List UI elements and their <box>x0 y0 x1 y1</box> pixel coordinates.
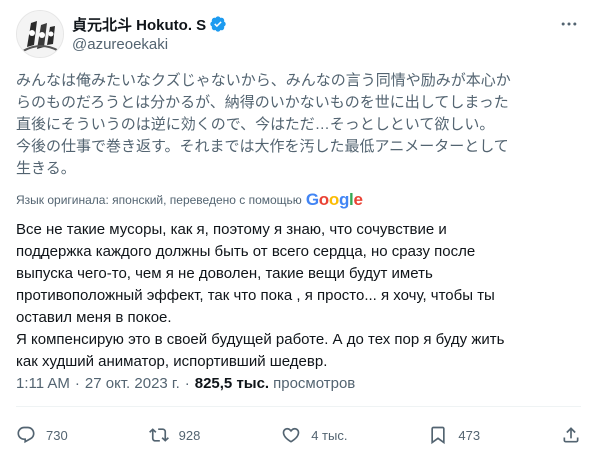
views-count[interactable]: 825,5 тыс. <box>195 375 269 392</box>
divider <box>16 406 581 407</box>
manga-avatar-icon[interactable] <box>16 10 64 58</box>
translated-line: поддержка каждого должны быть от всего с… <box>16 243 476 260</box>
original-line: 生きる。 <box>16 160 76 177</box>
translated-line: Я компенсирую это в своей будущей работе… <box>16 331 505 348</box>
original-line: 今後の仕事で巻き返す。それまでは大作を汚した最低アニメーターとして <box>16 138 509 155</box>
meta-separator: · <box>184 375 190 392</box>
google-logo: Google <box>305 190 363 209</box>
views-label: просмотров <box>273 375 356 392</box>
post-time[interactable]: 1:11 AM <box>16 375 70 392</box>
like-count: 4 тыс. <box>311 427 348 443</box>
original-line: らのものだろうとは分かるが、納得のいかないものを世に出してしまった <box>16 94 509 111</box>
share-icon <box>563 427 579 443</box>
original-line: みんなは俺みたいなクズじゃないから、みんなの言う同情や励みが本心か <box>16 72 511 89</box>
tweet-header: 貞元北斗 Hokuto. S @azureoekaki <box>16 10 581 58</box>
author-display-name[interactable]: 貞元北斗 Hokuto. S <box>72 14 206 35</box>
author-name-row: 貞元北斗 Hokuto. S <box>72 14 227 34</box>
repost-count: 928 <box>178 427 201 443</box>
repost-icon <box>148 428 169 442</box>
translated-text: Все не такие мусоры, как я, поэтому я зн… <box>16 219 581 373</box>
bookmark-icon <box>431 426 446 445</box>
meta-separator: · <box>74 375 80 392</box>
bookmark-button[interactable]: 473 <box>428 425 480 445</box>
verified-badge-icon[interactable] <box>209 15 227 33</box>
tweet-meta: 1:11 AM · 27 окт. 2023 г. · 825,5 тыс. п… <box>16 375 355 392</box>
translated-line: как худший аниматор, испортивший шедевр. <box>16 353 328 370</box>
like-button[interactable]: 4 тыс. <box>281 425 347 445</box>
translated-line: противоположный эффект, так что пока , я… <box>16 287 495 304</box>
translated-line: Все не такие мусоры, как я, поэтому я зн… <box>16 221 447 238</box>
repost-button[interactable]: 928 <box>148 425 201 445</box>
action-bar: 730 928 4 тыс. 473 <box>16 420 581 450</box>
reply-icon <box>17 426 35 444</box>
translated-line: оставил меня в покое. <box>16 309 172 326</box>
reply-button[interactable]: 730 <box>16 425 68 445</box>
translated-line: выпуска чего-то, чем я не доволен, такие… <box>16 265 433 282</box>
bookmark-count: 473 <box>458 427 481 443</box>
post-date[interactable]: 27 окт. 2023 г. <box>85 375 180 392</box>
more-options-icon[interactable] <box>557 12 581 36</box>
heart-icon <box>282 427 300 443</box>
original-text: みんなは俺みたいなクズじゃないから、みんなの言う同情や励みが本心か らのものだろ… <box>16 70 581 180</box>
share-button[interactable] <box>561 425 581 445</box>
original-line: 直後にそういうのは逆に効くので、今はただ…そっとしといて欲しい。 <box>16 116 495 133</box>
translation-note: Язык оригинала: японский, переведено с п… <box>16 193 302 207</box>
translation-attribution: Язык оригинала: японский, переведено с п… <box>16 190 363 209</box>
author-handle[interactable]: @azureoekaki <box>72 36 168 53</box>
reply-count: 730 <box>46 427 68 443</box>
